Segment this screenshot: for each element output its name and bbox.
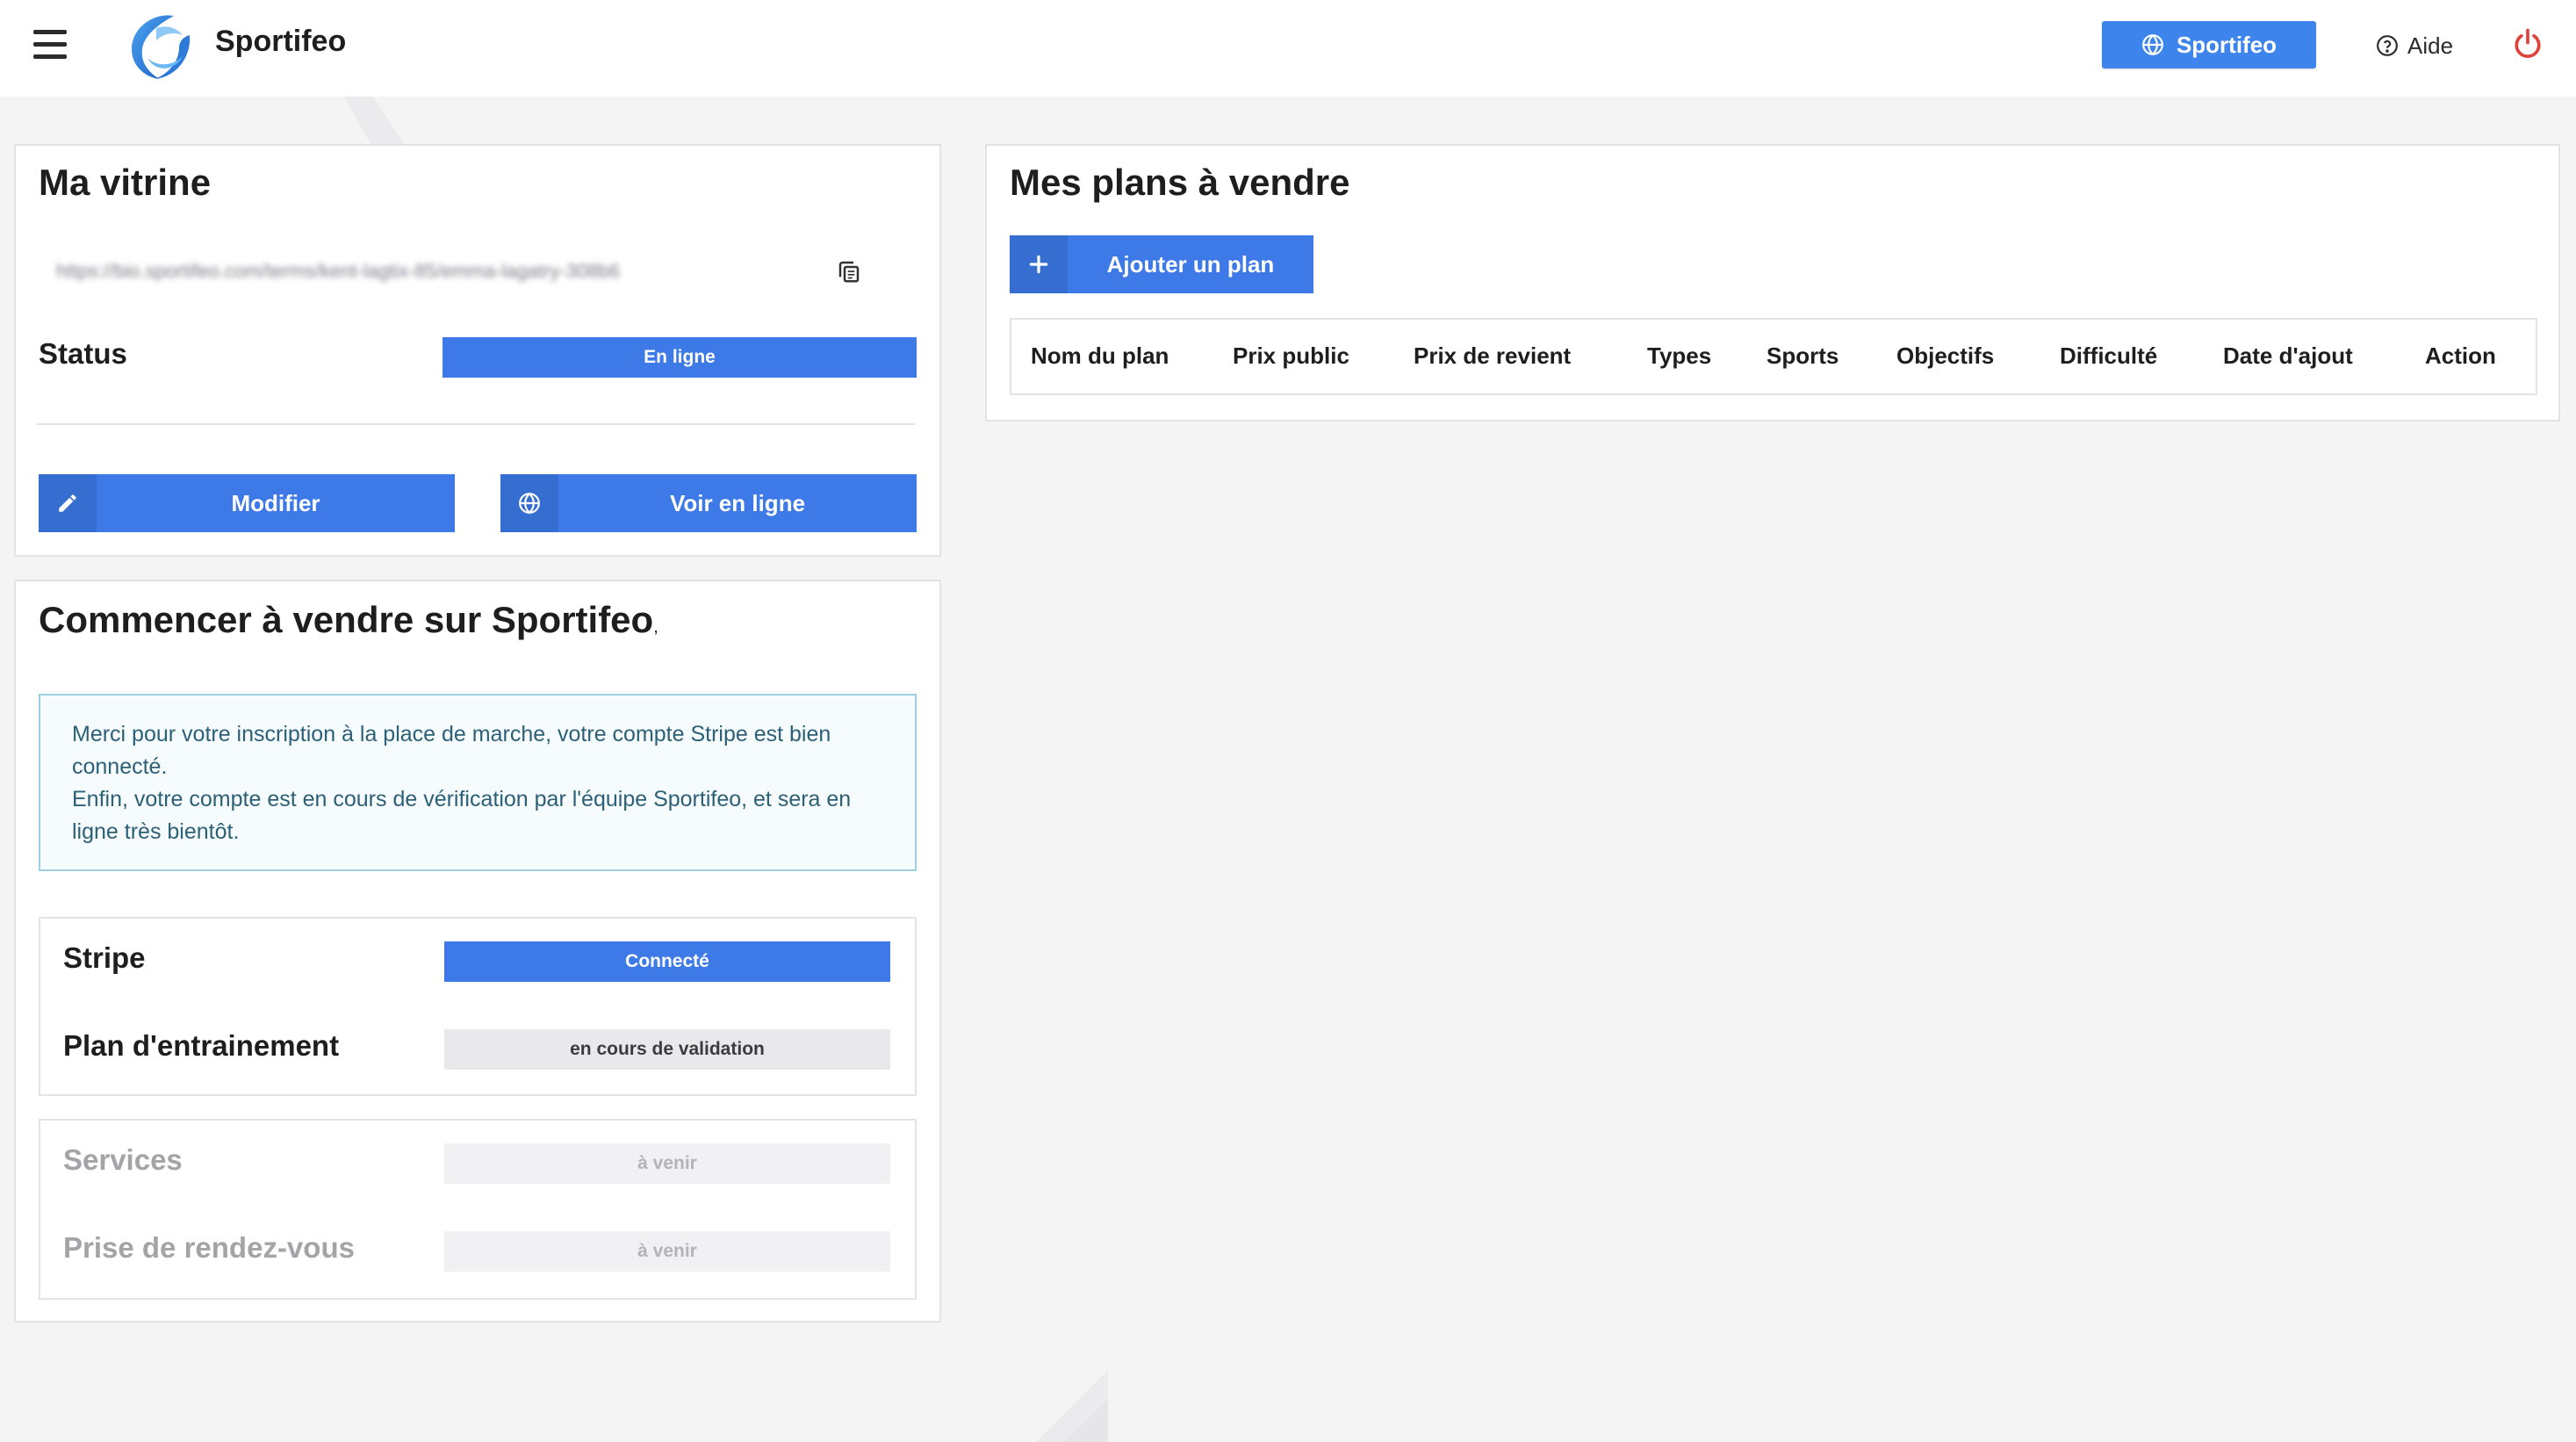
column-header-plan-name[interactable]: Nom du plan: [1031, 342, 1169, 370]
view-online-button-label: Voir en ligne: [669, 489, 806, 516]
help-link-label: Aide: [2407, 32, 2454, 59]
view-online-button[interactable]: Voir en ligne: [500, 474, 917, 532]
column-header-cost-price[interactable]: Prix de revient: [1414, 342, 1571, 370]
help-link[interactable]: Aide: [2376, 28, 2453, 63]
globe-icon: [519, 493, 540, 514]
sportifeo-site-button-label: Sportifeo: [2176, 31, 2277, 58]
appointment-status-badge: à venir: [444, 1231, 890, 1272]
power-icon[interactable]: [2513, 26, 2543, 61]
vitrine-divider: [37, 423, 915, 425]
plans-title: Mes plans à vendre: [1010, 162, 1350, 203]
info-line-2: Enfin, votre compte est en cours de véri…: [72, 787, 852, 844]
column-header-public-price[interactable]: Prix public: [1233, 342, 1349, 370]
edit-button-label: Modifier: [231, 489, 320, 516]
brand-name[interactable]: Sportifeo: [215, 25, 346, 59]
info-line-1: Merci pour votre inscription à la place …: [72, 722, 831, 779]
column-header-sports[interactable]: Sports: [1767, 342, 1838, 370]
copy-icon[interactable]: [836, 258, 862, 285]
globe-icon: [2142, 34, 2163, 55]
sell-title-text: Commencer à vendre sur Sportifeo: [39, 599, 654, 640]
pencil-icon: [59, 494, 76, 512]
sell-title: Commencer à vendre sur Sportifeo,: [39, 599, 658, 641]
stripe-label: Stripe: [63, 941, 146, 974]
training-plan-status-badge: en cours de validation: [444, 1029, 890, 1070]
services-label: Services: [63, 1143, 183, 1176]
column-header-types[interactable]: Types: [1647, 342, 1711, 370]
status-badge: En ligne: [443, 337, 917, 378]
sportifeo-logo[interactable]: [121, 9, 197, 84]
stripe-status-badge: Connecté: [444, 941, 890, 982]
plus-icon: [1029, 255, 1048, 274]
appointment-label: Prise de rendez-vous: [63, 1231, 355, 1264]
column-header-objectives[interactable]: Objectifs: [1896, 342, 1994, 370]
edit-button[interactable]: Modifier: [39, 474, 455, 532]
status-label: Status: [39, 337, 127, 370]
training-plan-label: Plan d'entrainement: [63, 1029, 340, 1062]
add-plan-button-label: Ajouter un plan: [1106, 250, 1275, 278]
vitrine-url[interactable]: https://bio.sportifeo.com/terms/kent-lag…: [56, 260, 722, 283]
vitrine-title: Ma vitrine: [39, 162, 212, 203]
column-header-date-added[interactable]: Date d'ajout: [2223, 342, 2353, 370]
column-header-action[interactable]: Action: [2425, 342, 2496, 370]
sell-title-suffix: ,: [653, 617, 658, 637]
services-status-badge: à venir: [444, 1143, 890, 1184]
question-circle-icon: [2377, 35, 2398, 56]
plans-table-header: Nom du plan Prix public Prix de revient …: [1010, 318, 2537, 395]
hamburger-icon[interactable]: [33, 30, 67, 60]
top-bar: Sportifeo Sportifeo Aide: [0, 0, 2576, 97]
column-header-difficulty[interactable]: Difficulté: [2060, 342, 2157, 370]
info-alert: Merci pour votre inscription à la place …: [39, 694, 917, 871]
sportifeo-site-button[interactable]: Sportifeo: [2102, 21, 2316, 68]
add-plan-button[interactable]: Ajouter un plan: [1010, 235, 1313, 293]
